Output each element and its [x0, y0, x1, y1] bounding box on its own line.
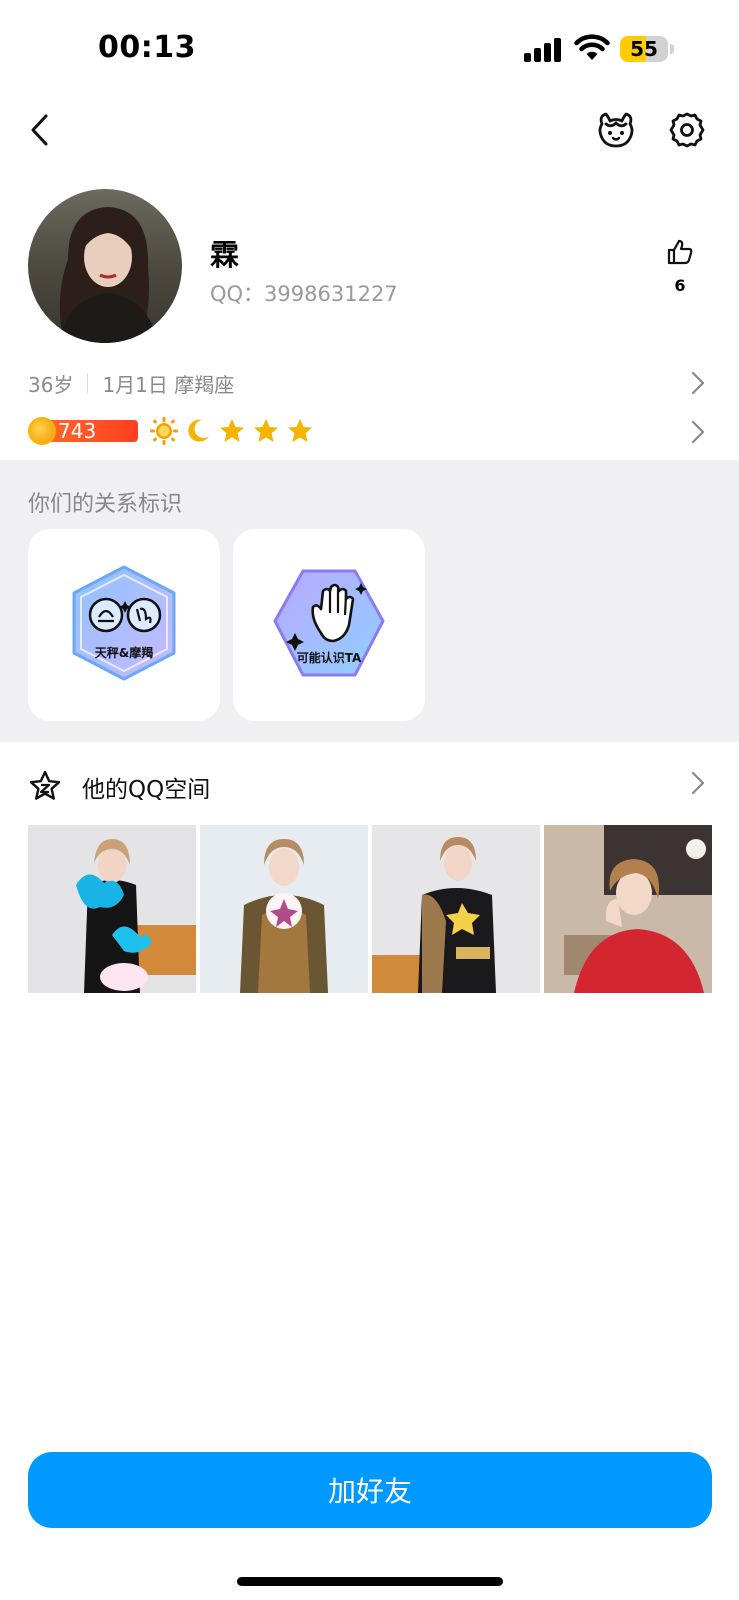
- relation-badge-zodiac[interactable]: 天秤&摩羯: [28, 529, 220, 721]
- age: 36岁: [28, 372, 74, 397]
- chevron-right-icon[interactable]: [690, 370, 706, 396]
- coin-icon: [28, 417, 56, 445]
- qzone-title: 他的QQ空间: [82, 777, 211, 803]
- qq-number: QQ：3998631227: [210, 282, 398, 306]
- chevron-right-icon[interactable]: [690, 770, 706, 796]
- star-icon: [288, 419, 312, 442]
- home-indicator: [237, 1577, 503, 1586]
- battery-level: 55: [630, 37, 658, 61]
- badge-label: 天秤&摩羯: [94, 646, 154, 660]
- wifi-icon: [574, 34, 610, 60]
- qzone-photo[interactable]: [28, 825, 196, 993]
- relation-badge-may-know[interactable]: 可能认识TA: [233, 529, 425, 721]
- qzone-photo-strip: [28, 825, 712, 993]
- cellular-signal-icon: [524, 38, 564, 62]
- add-friend-button[interactable]: 加好友: [28, 1452, 712, 1528]
- hand-wave-badge-icon: [273, 569, 385, 677]
- qzone-entry[interactable]: 他的QQ空间: [0, 742, 739, 826]
- star-face-icon: [29, 770, 61, 800]
- birthday-sign: 1月1日 摩羯座: [102, 372, 235, 397]
- status-bar: 00:13 55: [0, 0, 739, 90]
- qzone-photo[interactable]: [372, 825, 540, 993]
- gear-icon[interactable]: [668, 111, 706, 149]
- chevron-left-icon[interactable]: [26, 110, 54, 150]
- vip-badge: 743: [28, 417, 138, 445]
- qzone-photo[interactable]: [544, 825, 712, 993]
- star-icon: [220, 419, 244, 442]
- chevron-right-icon[interactable]: [690, 419, 706, 445]
- divider: [87, 373, 89, 393]
- level-row[interactable]: 743: [28, 415, 320, 447]
- vip-level: 743: [58, 419, 97, 443]
- zodiac-badge-icon: [72, 565, 176, 681]
- status-time: 00:13: [98, 30, 196, 65]
- relation-title: 你们的关系标识: [28, 492, 183, 517]
- star-icon: [254, 419, 278, 442]
- qzone-photo[interactable]: [200, 825, 368, 993]
- badge-label: 可能认识TA: [296, 651, 362, 665]
- thumbs-up-icon[interactable]: [666, 238, 694, 266]
- relation-section: 你们的关系标识 天秤&摩羯 可能认识TA: [0, 460, 739, 742]
- avatar[interactable]: [28, 189, 182, 343]
- moon-icon: [188, 419, 209, 442]
- pet-face-icon[interactable]: [596, 110, 636, 150]
- sun-icon: [150, 417, 178, 445]
- nickname: 霖: [210, 238, 240, 272]
- basic-info-row[interactable]: 36岁 1月1日 摩羯座: [28, 368, 234, 398]
- battery-indicator: 55: [620, 36, 674, 62]
- like-count: 6: [674, 276, 686, 295]
